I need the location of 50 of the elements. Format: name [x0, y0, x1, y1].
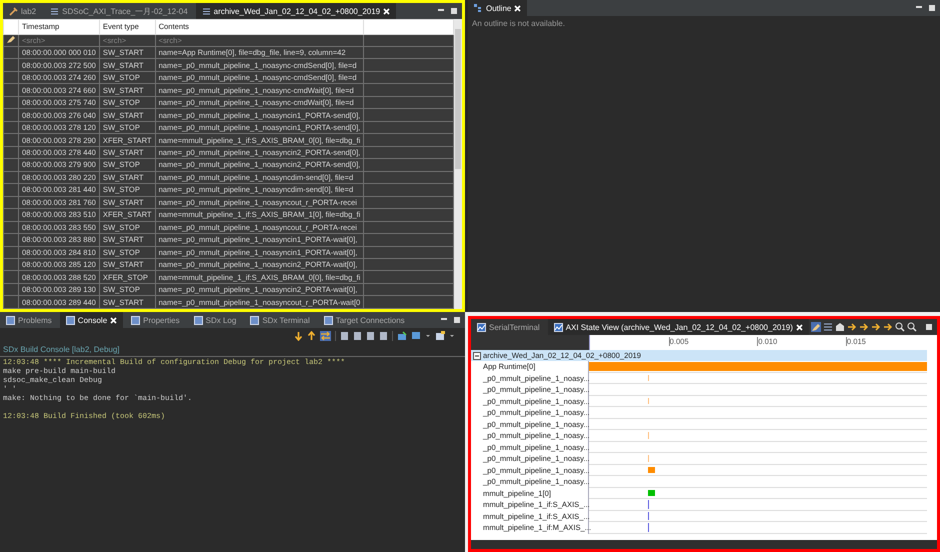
- view-tab[interactable]: Target Connections: [318, 312, 411, 328]
- list-icon: [202, 6, 211, 16]
- view-icon: [250, 316, 260, 324]
- close-icon[interactable]: [514, 4, 522, 12]
- maximize-icon[interactable]: [453, 316, 461, 324]
- zoom-out-icon[interactable]: [906, 322, 917, 332]
- monitor-icon[interactable]: [411, 331, 421, 341]
- home-icon[interactable]: [834, 322, 845, 332]
- view-tab[interactable]: Console: [60, 312, 124, 328]
- editor-tab[interactable]: SDSoC_AXI_Trace_一月-02_12-04: [44, 3, 194, 19]
- zoom-in-icon[interactable]: [894, 322, 905, 332]
- view-tab[interactable]: Properties: [125, 312, 186, 328]
- arrow-icon[interactable]: [858, 322, 869, 332]
- editor-tab[interactable]: lab2: [3, 3, 42, 19]
- chart-icon: [554, 322, 563, 332]
- close-icon[interactable]: [110, 316, 118, 324]
- scrollbar[interactable]: [454, 19, 462, 309]
- chart-icon: [477, 322, 486, 332]
- close-icon[interactable]: [796, 324, 803, 330]
- view-tab[interactable]: SDx Terminal: [244, 312, 316, 328]
- view-icon: [194, 316, 203, 324]
- list-icon: [50, 6, 60, 16]
- editor-tab[interactable]: archive_Wed_Jan_02_12_04_02_+0800_2019: [196, 3, 396, 19]
- outline-tab[interactable]: Outline: [468, 0, 528, 16]
- maximize-icon[interactable]: [450, 7, 458, 15]
- down-arrow-icon[interactable]: [294, 331, 303, 341]
- maximize-icon[interactable]: [928, 4, 936, 12]
- up-arrow-icon[interactable]: [307, 331, 316, 341]
- view-icon: [324, 316, 333, 324]
- list-icon[interactable]: [822, 322, 833, 332]
- wrench-icon: [9, 6, 18, 16]
- view-tab[interactable]: SDx Log: [188, 312, 242, 328]
- swap-arrows-icon[interactable]: [320, 331, 331, 341]
- outline-message: An outline is not available.: [471, 18, 566, 30]
- pencil-icon[interactable]: [810, 322, 821, 332]
- view-icon: [6, 316, 15, 324]
- collapse-icon[interactable]: [473, 352, 481, 360]
- view-icon: [66, 316, 75, 324]
- view-tab[interactable]: AXI State View (archive_Wed_Jan_02_12_04_02_+0800_2019): [548, 319, 809, 335]
- close-icon[interactable]: [383, 8, 390, 14]
- arrow-icon[interactable]: [882, 322, 893, 332]
- tree-icon: [474, 4, 483, 12]
- console-title: SDx Build Console [lab2, Debug]: [0, 344, 465, 357]
- view-tab[interactable]: SerialTerminal: [471, 319, 546, 335]
- view-icon: [131, 316, 140, 324]
- view-tab[interactable]: Problems: [0, 312, 58, 328]
- arrow-icon[interactable]: [846, 322, 857, 332]
- maximize-icon[interactable]: [925, 323, 933, 331]
- new-window-icon[interactable]: [435, 331, 445, 341]
- arrow-icon[interactable]: [870, 322, 881, 332]
